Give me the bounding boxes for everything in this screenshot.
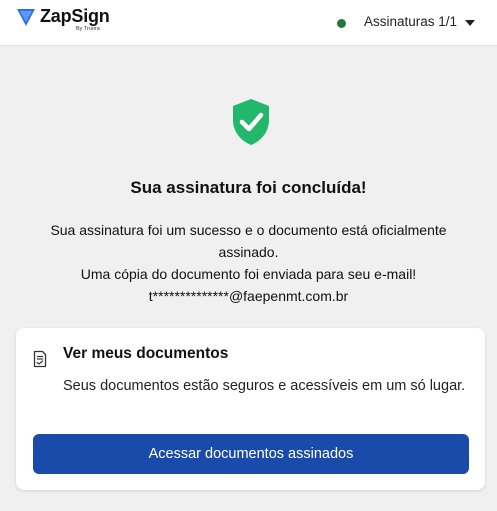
brand-subtitle: By Truora bbox=[76, 26, 100, 32]
masked-email: t**************@faepenmt.com.br bbox=[148, 288, 349, 304]
shield-check-icon bbox=[233, 99, 269, 145]
success-title: Sua assinatura foi concluída! bbox=[130, 178, 367, 197]
success-message: Sua assinatura foi um sucesso e o docume… bbox=[0, 219, 497, 307]
message-line: Uma cópia do documento foi enviada para … bbox=[80, 266, 417, 282]
access-signed-documents-button[interactable]: Acessar documentos assinados bbox=[33, 434, 469, 474]
status-dot-icon bbox=[337, 19, 346, 28]
signatures-count-label: Assinaturas 1/1 bbox=[364, 14, 458, 29]
card-title: Ver meus documentos bbox=[63, 345, 229, 362]
caret-down-icon[interactable] bbox=[465, 20, 475, 26]
brand-name: ZapSign bbox=[40, 6, 110, 26]
zapsign-logo-icon bbox=[17, 9, 35, 26]
document-icon bbox=[33, 350, 47, 368]
message-line: assinado. bbox=[218, 244, 279, 260]
message-line: Sua assinatura foi um sucesso e o docume… bbox=[50, 222, 447, 238]
card-description: Seus documentos estão seguros e acessíve… bbox=[63, 378, 466, 394]
top-header: ZapSign By Truora Assinaturas 1/1 bbox=[0, 0, 497, 46]
my-documents-card: Ver meus documentos Seus documentos estã… bbox=[16, 328, 485, 490]
